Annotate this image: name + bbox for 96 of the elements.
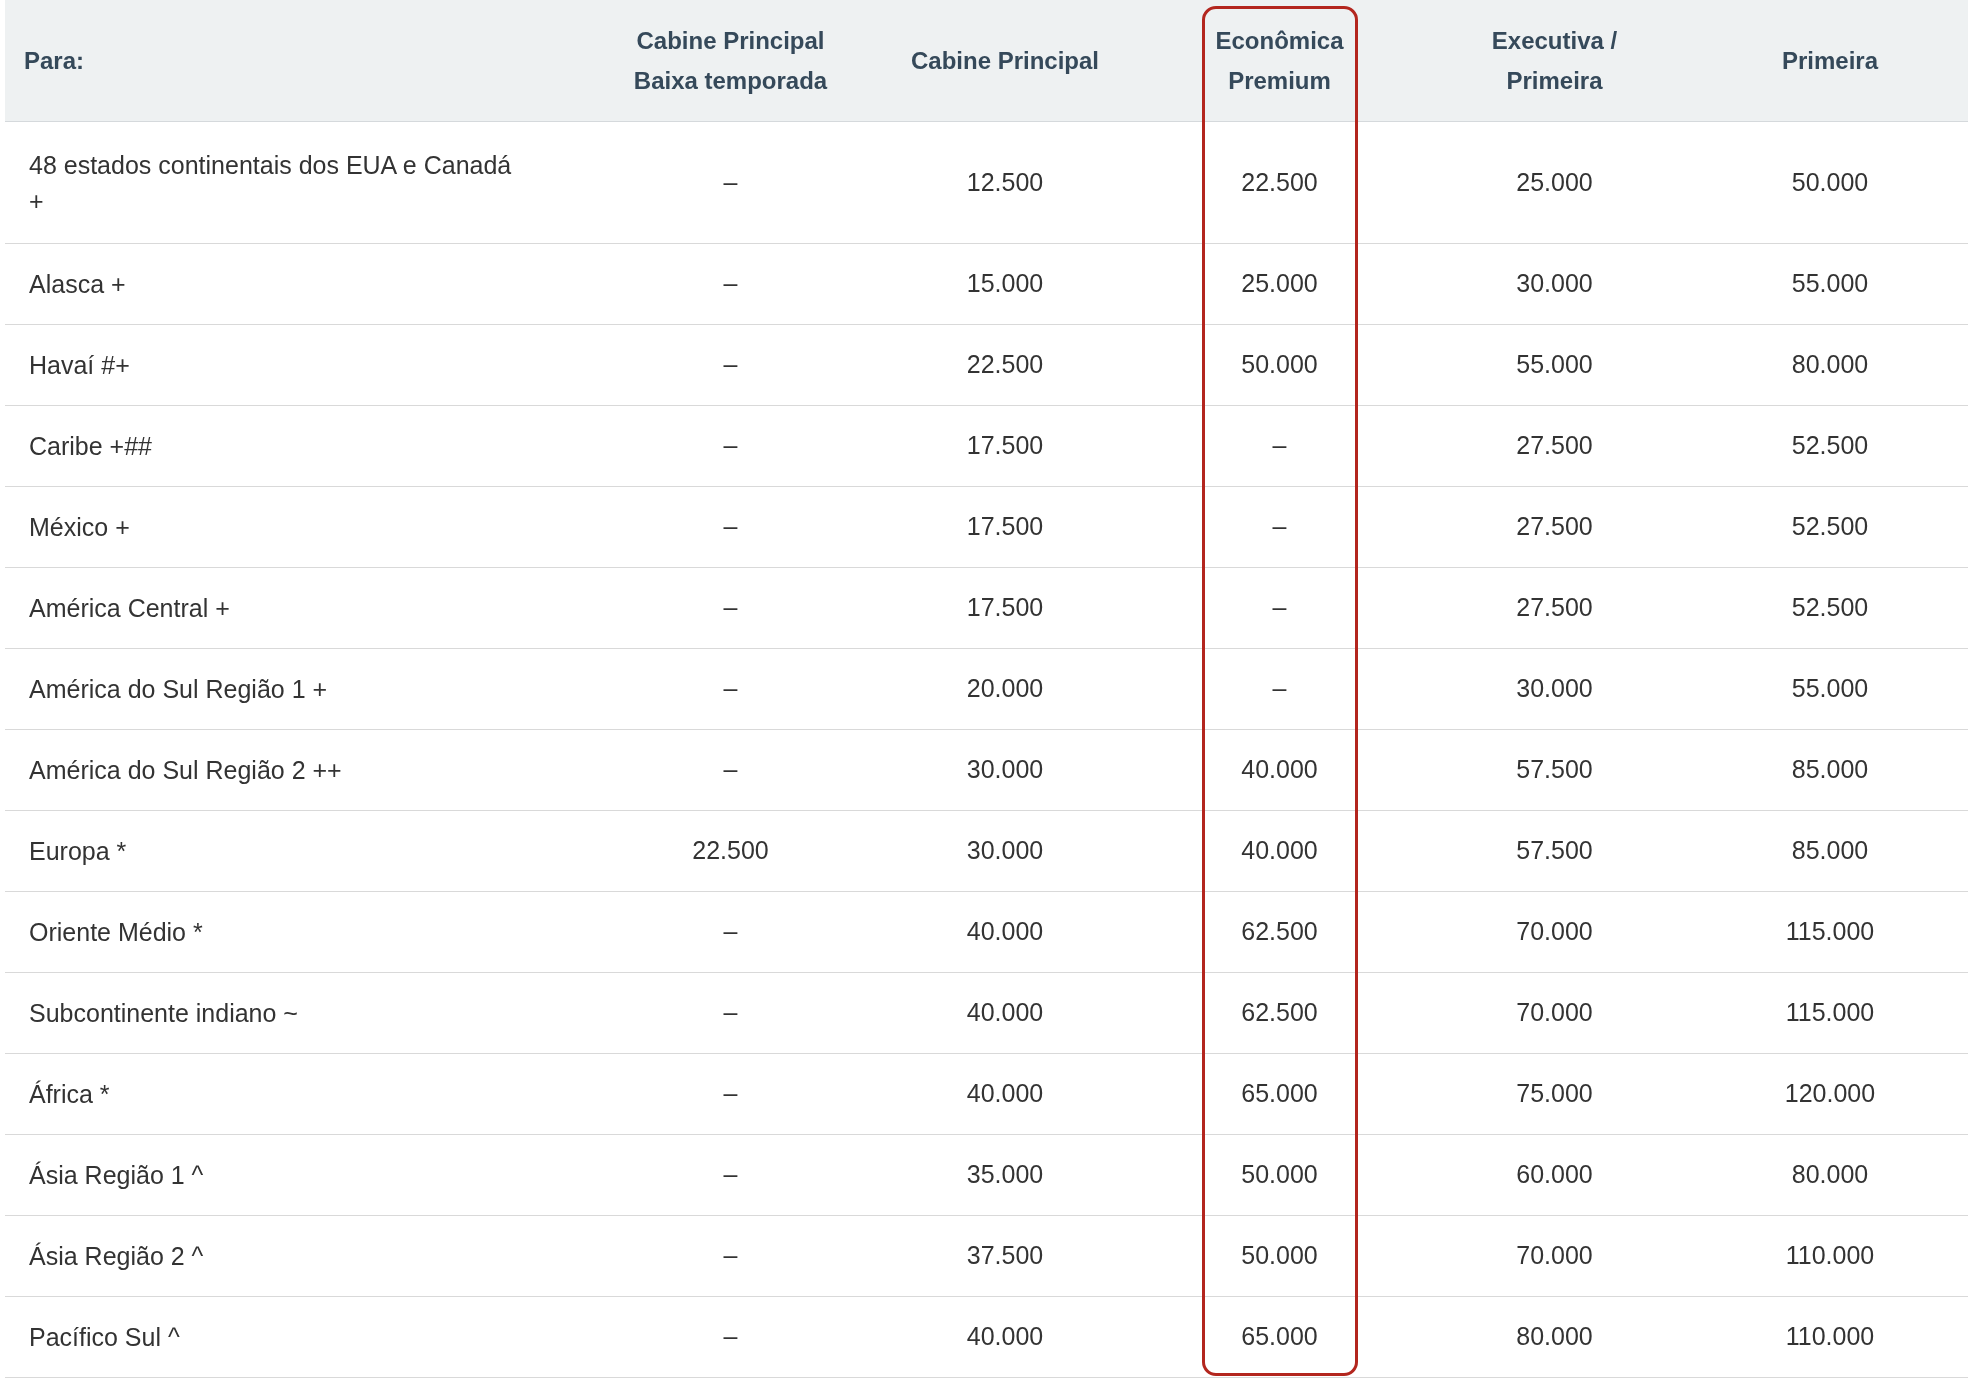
miles-cell-text: 40.000 <box>966 1078 1044 1110</box>
miles-cell-text: 62.500 <box>1241 997 1318 1029</box>
miles-cell-text: 85.000 <box>1791 835 1869 867</box>
miles-cell-text: 110.000 <box>1785 1321 1875 1353</box>
column-header: Primeira <box>1781 45 1879 76</box>
miles-cell-text: 70.000 <box>1516 1240 1593 1272</box>
miles-cell-text: – <box>723 349 738 381</box>
miles-cell-text: – <box>1272 511 1287 543</box>
miles-cell-text: 50.000 <box>1241 1159 1318 1191</box>
destination-cell-text: 48 estados continentais dos EUA e Canadá + <box>29 149 513 217</box>
miles-cell-text: 60.000 <box>1516 1159 1593 1191</box>
miles-cell-text: 12.500 <box>966 166 1044 198</box>
destination-cell-text: América Central + <box>29 593 230 624</box>
destination-cell-text: Ásia Região 2 ^ <box>29 1241 204 1272</box>
column-header: Econômica Premium <box>1215 25 1344 96</box>
miles-cell-text: – <box>723 997 738 1029</box>
miles-cell-text: 52.500 <box>1791 511 1869 543</box>
miles-cell-text: 37.500 <box>966 1240 1044 1272</box>
miles-cell-text: 22.500 <box>966 349 1044 381</box>
destination-cell-text: Alasca + <box>29 269 126 300</box>
destination-cell-text: Havaí #+ <box>29 350 130 381</box>
miles-cell-text: 40.000 <box>966 916 1044 948</box>
miles-cell-text: 40.000 <box>966 997 1044 1029</box>
destination-cell-text: México + <box>29 512 130 543</box>
miles-cell-text: 52.500 <box>1791 592 1869 624</box>
miles-cell-text: 50.000 <box>1241 1240 1318 1272</box>
miles-cell-text: – <box>723 1078 738 1110</box>
miles-cell-text: 40.000 <box>966 1321 1044 1353</box>
miles-cell-text: – <box>723 430 738 462</box>
miles-cell-text: 52.500 <box>1791 430 1869 462</box>
miles-cell-text: – <box>723 1240 738 1272</box>
miles-cell-text: 115.000 <box>1785 997 1875 1029</box>
miles-cell-text: 30.000 <box>966 835 1044 867</box>
miles-cell-text: – <box>723 754 738 786</box>
miles-cell-text: 25.000 <box>1241 268 1318 300</box>
miles-cell-text: 40.000 <box>1241 835 1318 867</box>
miles-cell-text: – <box>1272 592 1287 624</box>
miles-cell-text: – <box>723 592 738 624</box>
miles-cell-text: 65.000 <box>1241 1321 1318 1353</box>
destination-cell-text: Pacífico Sul ^ <box>29 1322 180 1353</box>
miles-cell-text: – <box>723 1321 738 1353</box>
destination-cell-text: Europa * <box>29 836 127 867</box>
miles-cell-text: 22.500 <box>1241 166 1318 198</box>
destination-cell-text: Subcontinente indiano ~ <box>29 998 298 1029</box>
miles-cell-text: – <box>723 916 738 948</box>
miles-cell-text: 80.000 <box>1791 349 1869 381</box>
miles-cell-text: 30.000 <box>1516 673 1593 705</box>
column-header: Executiva / Primeira <box>1491 25 1618 96</box>
miles-cell-text: 85.000 <box>1791 754 1869 786</box>
miles-cell-text: 22.500 <box>692 835 769 867</box>
miles-cell-text: 57.500 <box>1516 754 1593 786</box>
miles-cell-text: 50.000 <box>1791 166 1869 198</box>
miles-cell-text: 17.500 <box>966 511 1044 543</box>
miles-cell-text: 110.000 <box>1785 1240 1875 1272</box>
destination-cell-text: Ásia Região 1 ^ <box>29 1160 204 1191</box>
miles-cell-text: – <box>1272 430 1287 462</box>
miles-cell-text: 17.500 <box>966 592 1044 624</box>
miles-cell-text: 57.500 <box>1516 835 1593 867</box>
miles-cell-text: 55.000 <box>1791 268 1869 300</box>
miles-cell-text: 70.000 <box>1516 997 1593 1029</box>
miles-cell-text: 27.500 <box>1516 511 1593 543</box>
miles-cell-text: 70.000 <box>1516 916 1593 948</box>
miles-cell-text: 75.000 <box>1516 1078 1593 1110</box>
column-header: Cabine Principal Baixa temporada <box>633 25 828 96</box>
miles-cell-text: 50.000 <box>1241 349 1318 381</box>
miles-cell-text: 65.000 <box>1241 1078 1318 1110</box>
miles-cell-text: 15.000 <box>966 268 1044 300</box>
miles-cell-text: 27.500 <box>1516 592 1593 624</box>
miles-cell-text: 35.000 <box>966 1159 1044 1191</box>
miles-cell-text: 80.000 <box>1791 1159 1869 1191</box>
miles-cell-text: 20.000 <box>966 673 1044 705</box>
column-header: Cabine Principal <box>910 45 1100 76</box>
miles-cell-text: 115.000 <box>1785 916 1875 948</box>
destination-cell-text: África * <box>29 1079 110 1110</box>
miles-cell-text: 25.000 <box>1516 166 1593 198</box>
column-header: Para: <box>24 45 85 76</box>
miles-cell-text: 80.000 <box>1516 1321 1593 1353</box>
miles-cell-text: 17.500 <box>966 430 1044 462</box>
miles-cell-text: 55.000 <box>1791 673 1869 705</box>
destination-cell-text: Caribe +## <box>29 431 152 462</box>
miles-cell-text: – <box>723 166 738 198</box>
miles-cell-text: 55.000 <box>1516 349 1593 381</box>
miles-cell-text: 27.500 <box>1516 430 1593 462</box>
destination-cell-text: América do Sul Região 2 ++ <box>29 755 342 786</box>
destination-cell-text: Oriente Médio * <box>29 917 203 948</box>
miles-cell-text: – <box>1272 673 1287 705</box>
miles-cell-text: – <box>723 268 738 300</box>
miles-cell-text: 62.500 <box>1241 916 1318 948</box>
destination-cell-text: América do Sul Região 1 + <box>29 674 328 705</box>
miles-cell-text: 30.000 <box>1516 268 1593 300</box>
miles-cell-text: – <box>723 673 738 705</box>
miles-cell-text: – <box>723 511 738 543</box>
miles-cell-text: 30.000 <box>966 754 1044 786</box>
miles-cell-text: 120.000 <box>1784 1078 1876 1110</box>
miles-cell-text: – <box>723 1159 738 1191</box>
miles-cell-text: 40.000 <box>1241 754 1318 786</box>
